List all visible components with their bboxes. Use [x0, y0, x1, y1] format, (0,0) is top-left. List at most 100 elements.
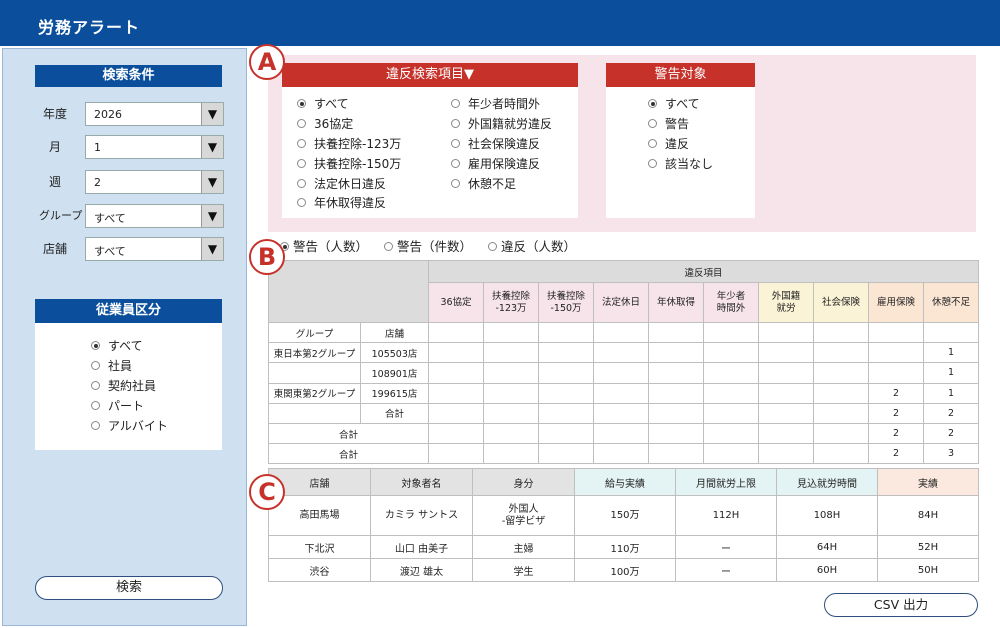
- month-label: 月: [49, 140, 62, 154]
- column-header: 給与実績: [574, 468, 676, 496]
- year-label: 年度: [43, 107, 68, 121]
- store-value: すべて: [94, 245, 126, 258]
- column-header: 身分: [472, 468, 575, 496]
- radio-icon[interactable]: [91, 361, 100, 370]
- radio-icon[interactable]: [297, 159, 306, 168]
- radio-icon[interactable]: [91, 381, 100, 390]
- warning-target-option[interactable]: 該当なし: [648, 155, 713, 173]
- radio-icon[interactable]: [297, 119, 306, 128]
- week-value: 2: [94, 176, 101, 189]
- table-total-row: 合計 23: [268, 443, 980, 465]
- radio-icon[interactable]: [91, 401, 100, 410]
- radio-selected-icon[interactable]: [91, 341, 100, 350]
- group-label: グループ: [39, 209, 83, 222]
- count-mode-option[interactable]: 違反（人数）: [488, 238, 576, 256]
- radio-icon[interactable]: [451, 139, 460, 148]
- search-button[interactable]: 検索: [35, 576, 223, 600]
- dropdown-arrow-icon[interactable]: ▼: [201, 171, 223, 193]
- employee-detail-table: 店舗 対象者名 身分 給与実績 月間就労上限 見込就労時間 実績 高田馬場 カミ…: [268, 468, 979, 582]
- column-header: 休憩不足: [922, 282, 980, 323]
- dropdown-arrow-icon[interactable]: ▼: [201, 238, 223, 260]
- table-corner: [268, 260, 429, 323]
- week-select[interactable]: 2 ▼: [85, 170, 224, 194]
- search-conditions-header: 検索条件: [35, 65, 222, 87]
- radio-icon[interactable]: [384, 242, 393, 251]
- violation-option[interactable]: 雇用保険違反: [451, 155, 540, 173]
- table-row: 東日本第2グループ 105503店 1: [268, 342, 980, 364]
- column-header: 雇用保険: [868, 282, 924, 323]
- store-select[interactable]: すべて ▼: [85, 237, 224, 261]
- violation-search-header[interactable]: 違反検索項目▼: [282, 63, 578, 87]
- column-header: 扶養控除 -123万: [483, 282, 539, 323]
- radio-icon[interactable]: [91, 421, 100, 430]
- warning-target-option[interactable]: すべて: [648, 95, 700, 113]
- radio-icon[interactable]: [648, 159, 657, 168]
- violation-option[interactable]: 扶養控除-123万: [297, 135, 401, 153]
- radio-icon[interactable]: [488, 242, 497, 251]
- warning-target-panel: 警告対象 すべて 警告 違反 該当なし: [606, 63, 755, 218]
- employee-type-option[interactable]: パート: [91, 397, 144, 415]
- annotation-marker-c: C: [249, 474, 285, 510]
- violation-summary-table: 違反項目 36協定 扶養控除 -123万 扶養控除 -150万 法定休日 年休取…: [268, 260, 980, 465]
- employee-type-option[interactable]: すべて: [91, 337, 143, 355]
- column-header: 見込就労時間: [776, 468, 878, 496]
- table-row: 東関東第2グループ 199615店 21: [268, 382, 980, 404]
- violation-items-header: 違反項目: [427, 260, 980, 283]
- violation-option[interactable]: 扶養控除-150万: [297, 155, 401, 173]
- violation-search-panel: 違反検索項目▼ すべて 36協定 扶養控除-123万 扶養控除-150万 法定休…: [282, 63, 578, 218]
- violation-option[interactable]: 36協定: [297, 115, 353, 133]
- radio-selected-icon[interactable]: [648, 99, 657, 108]
- dropdown-arrow-icon[interactable]: ▼: [201, 136, 223, 158]
- dropdown-arrow-icon[interactable]: ▼: [201, 103, 223, 125]
- month-value: 1: [94, 141, 101, 154]
- violation-option[interactable]: 法定休日違反: [297, 175, 386, 193]
- violation-option[interactable]: 年少者時間外: [451, 95, 540, 113]
- radio-icon[interactable]: [451, 159, 460, 168]
- employee-type-option[interactable]: アルバイト: [91, 417, 168, 435]
- violation-option[interactable]: すべて: [297, 95, 349, 113]
- store-column-header: 店舗: [360, 321, 429, 344]
- group-value: すべて: [94, 212, 126, 225]
- csv-export-button[interactable]: CSV 出力: [824, 593, 978, 617]
- employee-type-header: 従業員区分: [35, 299, 222, 323]
- radio-icon[interactable]: [297, 139, 306, 148]
- month-select[interactable]: 1 ▼: [85, 135, 224, 159]
- column-header: 年休取得: [648, 282, 704, 323]
- store-label: 店舗: [43, 242, 68, 256]
- radio-icon[interactable]: [648, 139, 657, 148]
- table-row: 高田馬場 カミラ サントス 外国人 -留学ビザ 150万 112H 108H 8…: [268, 495, 979, 536]
- warning-target-option[interactable]: 警告: [648, 115, 689, 133]
- violation-option[interactable]: 社会保険違反: [451, 135, 540, 153]
- column-header: 実績: [877, 468, 979, 496]
- violation-option[interactable]: 休憩不足: [451, 175, 516, 193]
- warning-target-option[interactable]: 違反: [648, 135, 689, 153]
- radio-icon[interactable]: [451, 119, 460, 128]
- radio-icon[interactable]: [451, 99, 460, 108]
- column-header: 年少者 時間外: [703, 282, 759, 323]
- annotation-marker-b: B: [249, 239, 285, 275]
- count-mode-option[interactable]: 警告（人数）: [280, 238, 368, 256]
- year-select[interactable]: 2026 ▼: [85, 102, 224, 126]
- radio-icon[interactable]: [648, 119, 657, 128]
- count-mode-option[interactable]: 警告（件数）: [384, 238, 472, 256]
- table-row: 渋谷 渡辺 雄太 学生 100万 ー 60H 50H: [268, 558, 979, 582]
- employee-type-box: すべて 社員 契約社員 パート アルバイト: [35, 323, 222, 450]
- app-title: 労務アラート: [38, 18, 141, 37]
- radio-selected-icon[interactable]: [297, 99, 306, 108]
- table-row: 下北沢 山口 由美子 主婦 110万 ー 64H 52H: [268, 535, 979, 559]
- annotation-marker-a: A: [249, 44, 285, 80]
- group-select[interactable]: すべて ▼: [85, 204, 224, 228]
- violation-option[interactable]: 年休取得違反: [297, 194, 386, 212]
- radio-icon[interactable]: [451, 179, 460, 188]
- group-column-header: グループ: [268, 321, 361, 344]
- radio-icon[interactable]: [297, 179, 306, 188]
- column-header: 外国籍 就労: [758, 282, 814, 323]
- count-mode-options: 警告（人数） 警告（件数） 違反（人数）: [280, 238, 588, 256]
- violation-option[interactable]: 外国籍就労違反: [451, 115, 552, 133]
- employee-type-option[interactable]: 社員: [91, 357, 132, 375]
- year-value: 2026: [94, 108, 122, 121]
- warning-target-header: 警告対象: [606, 63, 755, 87]
- employee-type-option[interactable]: 契約社員: [91, 377, 156, 395]
- radio-icon[interactable]: [297, 198, 306, 207]
- dropdown-arrow-icon[interactable]: ▼: [201, 205, 223, 227]
